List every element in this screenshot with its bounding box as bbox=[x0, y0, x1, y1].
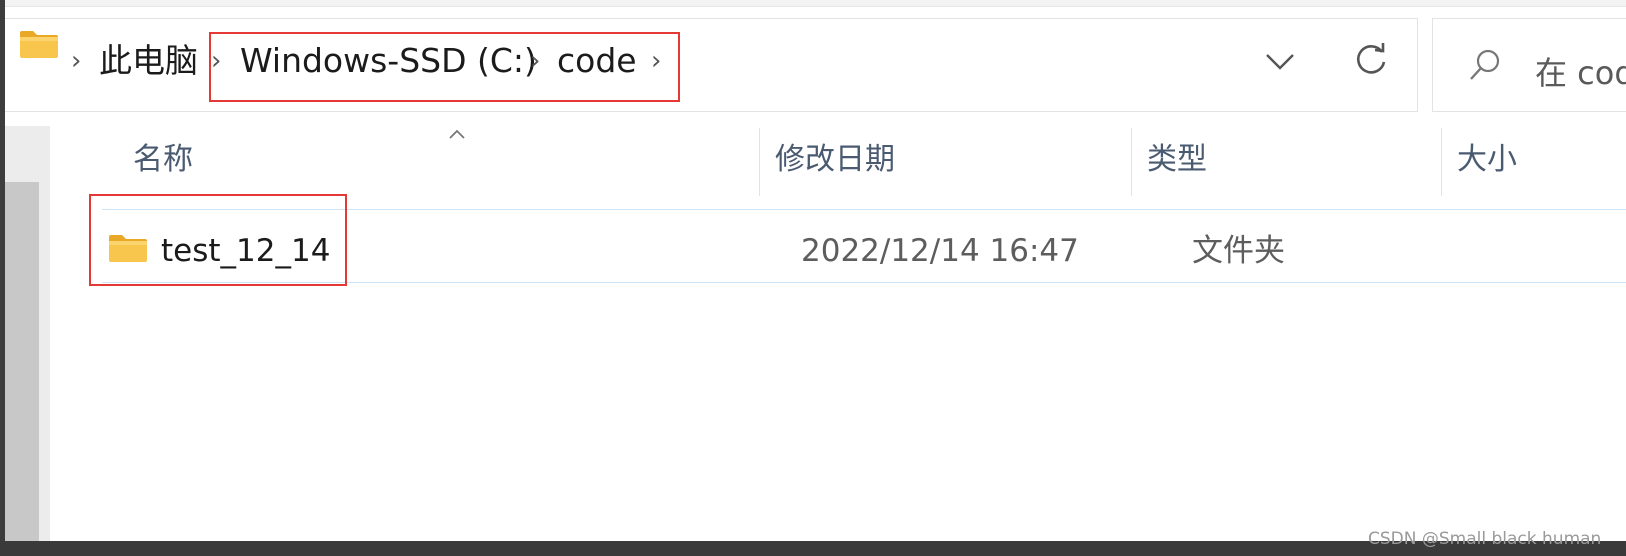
search-placeholder[interactable]: 在 cod bbox=[1535, 48, 1626, 94]
chevron-right-icon[interactable]: › bbox=[71, 48, 81, 74]
search-icon[interactable] bbox=[1465, 46, 1505, 86]
window-top-strip bbox=[5, 0, 1626, 7]
column-header-type[interactable]: 类型 bbox=[1147, 145, 1207, 175]
watermark: CSDN @Small black human bbox=[1368, 529, 1602, 549]
column-header-size[interactable]: 大小 bbox=[1457, 145, 1517, 175]
highlight-box-folder bbox=[89, 194, 347, 286]
file-explorer-window: › 此电脑 › Windows-SSD (C:) › code › 在 cod … bbox=[5, 0, 1626, 541]
folder-icon bbox=[20, 31, 58, 58]
chevron-down-icon[interactable] bbox=[1262, 47, 1298, 75]
column-divider[interactable] bbox=[1131, 128, 1132, 196]
column-divider[interactable] bbox=[759, 128, 760, 196]
breadcrumb-item-this-pc[interactable]: 此电脑 bbox=[99, 44, 198, 77]
navigation-pane-scrollbar[interactable] bbox=[5, 182, 39, 541]
column-header-date-modified[interactable]: 修改日期 bbox=[775, 145, 895, 175]
file-type: 文件夹 bbox=[1192, 233, 1285, 269]
highlight-box-breadcrumb bbox=[209, 32, 680, 102]
column-divider[interactable] bbox=[1441, 128, 1442, 196]
sort-ascending-icon bbox=[449, 129, 465, 139]
column-header-name[interactable]: 名称 bbox=[133, 145, 193, 175]
file-date-modified: 2022/12/14 16:47 bbox=[801, 233, 1079, 269]
refresh-icon[interactable] bbox=[1351, 40, 1391, 80]
